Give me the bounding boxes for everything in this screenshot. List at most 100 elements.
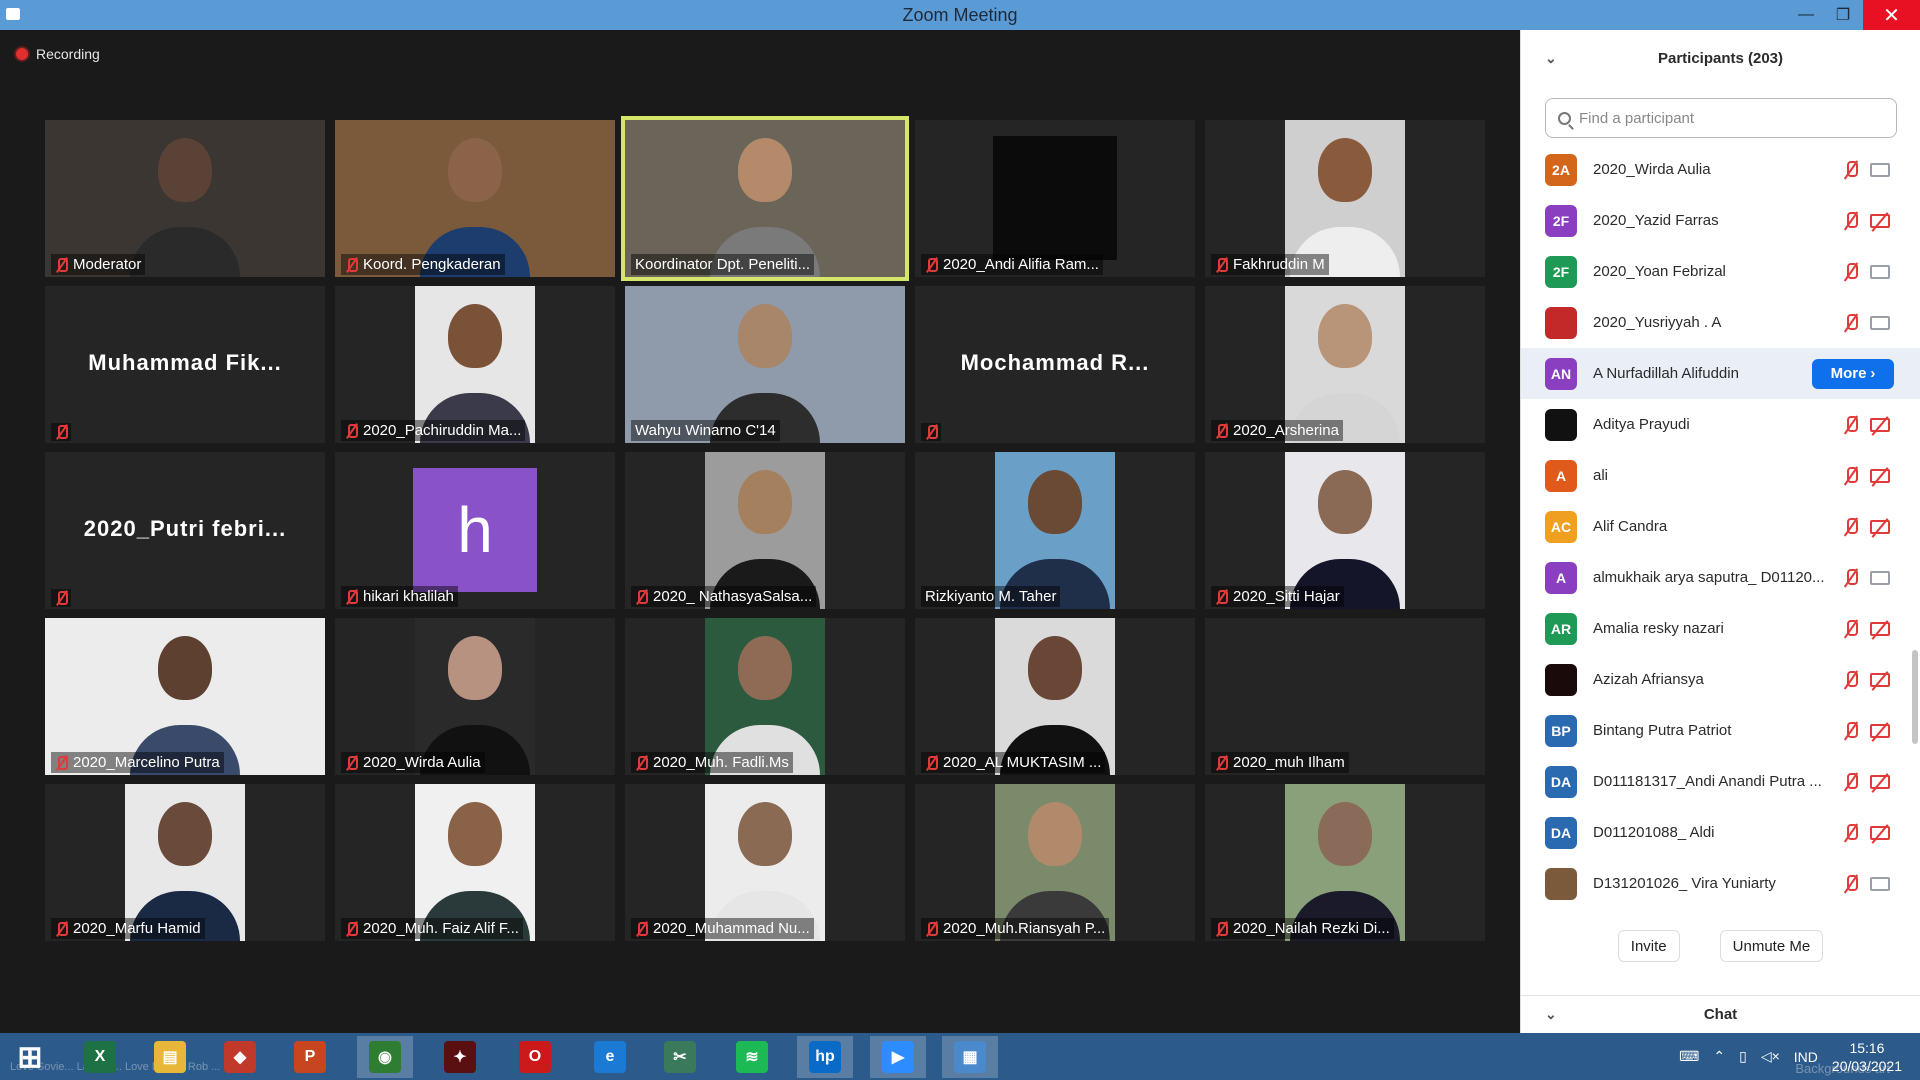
person-figure [1028,802,1082,867]
taskbar-opera[interactable]: O [507,1036,563,1078]
taskbar-edge[interactable]: e [582,1036,638,1078]
video-tile[interactable]: 2020_Putri febri... [45,452,325,609]
participant-name: 2020_Yusriyyah . A [1593,314,1722,331]
video-tile[interactable]: 2020_ NathasyaSalsa... [625,452,905,609]
participant-status-icons [1844,619,1890,638]
tray-expand-icon[interactable]: ⌃ [1713,1048,1725,1065]
video-tile[interactable]: Mochammad R... [915,286,1195,443]
taskbar-game-app[interactable]: ✦ [432,1036,488,1078]
recording-indicator[interactable]: Recording [16,46,100,62]
video-tile[interactable]: Muhammad Fik... [45,286,325,443]
collapse-chat-icon[interactable]: ⌄ [1545,1006,1557,1023]
participant-list-item[interactable]: Aalmukhaik arya saputra_ D01120... [1521,552,1920,603]
tile-participant-name: Fakhruddin M [1233,256,1325,273]
mic-muted-icon [1844,211,1858,230]
tile-name-label [51,589,71,607]
tile-name-label: 2020_Sitti Hajar [1211,586,1344,607]
participant-list-item[interactable]: AN A Nurfadillah Alifuddin More › [1521,348,1920,399]
windows-start-icon: ⊞ [17,1040,43,1074]
participant-list-item[interactable]: DA D011201088_ Aldi [1521,807,1920,858]
participant-list-item[interactable]: Azizah Afriansya [1521,654,1920,705]
chrome-icon: ◉ [369,1041,401,1073]
taskbar-spotify[interactable]: ≋ [724,1036,780,1078]
participant-list-item[interactable]: 2F 2020_Yoan Febrizal [1521,246,1920,297]
video-tile[interactable]: Rizkiyanto M. Taher [915,452,1195,609]
collapse-participants-icon[interactable]: ⌄ [1545,50,1557,67]
video-tile[interactable]: 2020_Muh. Fadli.Ms [625,618,905,775]
taskbar-app-red-yellow[interactable]: ◆ [212,1036,268,1078]
clock[interactable]: 15:16 20/03/2021 [1832,1039,1902,1075]
participant-avatar: 2A [1545,153,1577,186]
mic-muted-icon [1844,415,1858,434]
participant-list-item[interactable]: Aali [1521,450,1920,501]
tile-name-label: 2020_Wirda Aulia [341,752,485,773]
video-tile[interactable]: Koord. Pengkaderan [335,120,615,277]
tile-participant-name: 2020_Marfu Hamid [73,920,201,937]
video-tile[interactable]: 2020_Andi Alifia Ram... [915,120,1195,277]
video-tile[interactable]: 2020_Muh.Riansyah P... [915,784,1195,941]
video-tile[interactable]: 2020_Pachiruddin Ma... [335,286,615,443]
tile-participant-name: 2020_Marcelino Putra [73,754,220,771]
volume-muted-icon[interactable]: ◁× [1761,1048,1780,1065]
video-tile[interactable]: 2020_AL MUKTASIM ... [915,618,1195,775]
search-icon [1558,111,1571,125]
tile-name-label: 2020_Muhammad Nu... [631,918,814,939]
participant-avatar [1545,867,1577,900]
video-tile[interactable]: 2020_Sitti Hajar [1205,452,1485,609]
clock-time: 15:16 [1849,1039,1885,1056]
video-tile[interactable]: 2020_Wirda Aulia [335,618,615,775]
taskbar-file-explorer[interactable]: ▤ [142,1036,198,1078]
taskbar-powerpoint[interactable]: P [282,1036,338,1078]
participant-list-item[interactable]: 2A 2020_Wirda Aulia [1521,144,1920,195]
maximize-button[interactable]: ❐ [1820,0,1866,30]
video-tile[interactable]: Wahyu Winarno C'14 [625,286,905,443]
taskbar-control-panel[interactable]: ▦ [942,1036,998,1078]
participant-list-item[interactable]: AC Alif Candra [1521,501,1920,552]
person-figure [1028,636,1082,701]
unmute-me-button[interactable]: Unmute Me [1719,930,1824,962]
participant-list-item[interactable]: BP Bintang Putra Patriot [1521,705,1920,756]
camera-icon [1870,162,1890,177]
person-figure [738,470,792,535]
participant-list-item[interactable]: D131201026_ Vira Yuniarty [1521,858,1920,904]
person-figure [448,636,502,701]
video-tile[interactable]: Fakhruddin M [1205,120,1485,277]
video-tile[interactable]: Moderator [45,120,325,277]
taskbar-windows-start[interactable]: ⊞ [2,1036,58,1078]
video-tile[interactable]: 2020_muh Ilham [1205,618,1485,775]
video-tile[interactable]: 2020_Arsherina [1205,286,1485,443]
system-tray: ⌨ ⌃ ▯ ◁× IND 15:16 20/03/2021 [1679,1033,1920,1080]
video-tile[interactable]: 2020_Muh. Faiz Alif F... [335,784,615,941]
keyboard-icon[interactable]: ⌨ [1679,1048,1699,1065]
participant-list-item[interactable]: DA D011181317_Andi Anandi Putra ... [1521,756,1920,807]
video-tile[interactable]: h hikari khalilah [335,452,615,609]
tile-participant-name: Moderator [73,256,142,273]
video-tile[interactable]: 2020_Muhammad Nu... [625,784,905,941]
tile-participant-name: 2020_Muhammad Nu... [653,920,810,937]
taskbar-excel[interactable]: X [72,1036,128,1078]
taskbar-hp[interactable]: hp [797,1036,853,1078]
video-tile[interactable]: 2020_Marfu Hamid [45,784,325,941]
more-button[interactable]: More › [1812,358,1894,389]
network-icon[interactable]: ▯ [1739,1048,1747,1065]
video-tile[interactable]: 2020_Marcelino Putra [45,618,325,775]
video-tile[interactable]: Koordinator Dpt. Peneliti... [621,116,909,281]
participant-list-item[interactable]: 2F 2020_Yazid Farras [1521,195,1920,246]
taskbar-zoom[interactable]: ▶ [870,1036,926,1078]
input-language[interactable]: IND [1794,1049,1818,1065]
video-tile[interactable]: 2020_Nailah Rezki Di... [1205,784,1485,941]
mic-muted-icon [1844,568,1858,587]
person-figure [448,138,502,203]
taskbar-snipping-tool[interactable]: ✂ [652,1036,708,1078]
participant-display-name: Mochammad R... [960,350,1150,375]
close-button[interactable]: ✕ [1863,0,1920,30]
invite-button[interactable]: Invite [1617,930,1680,962]
chat-header[interactable]: ⌄ Chat [1521,995,1920,1033]
participant-list-item[interactable]: AR Amalia resky nazari [1521,603,1920,654]
participant-list-item[interactable]: 2020_Yusriyyah . A [1521,297,1920,348]
taskbar-chrome[interactable]: ◉ [357,1036,413,1078]
participant-list-item[interactable]: Aditya Prayudi [1521,399,1920,450]
participant-list-scrollbar[interactable] [1912,650,1918,744]
participant-search-input[interactable]: Find a participant [1545,98,1897,138]
participants-panel: ⌄ Participants (203) Find a participant … [1520,30,1920,1033]
